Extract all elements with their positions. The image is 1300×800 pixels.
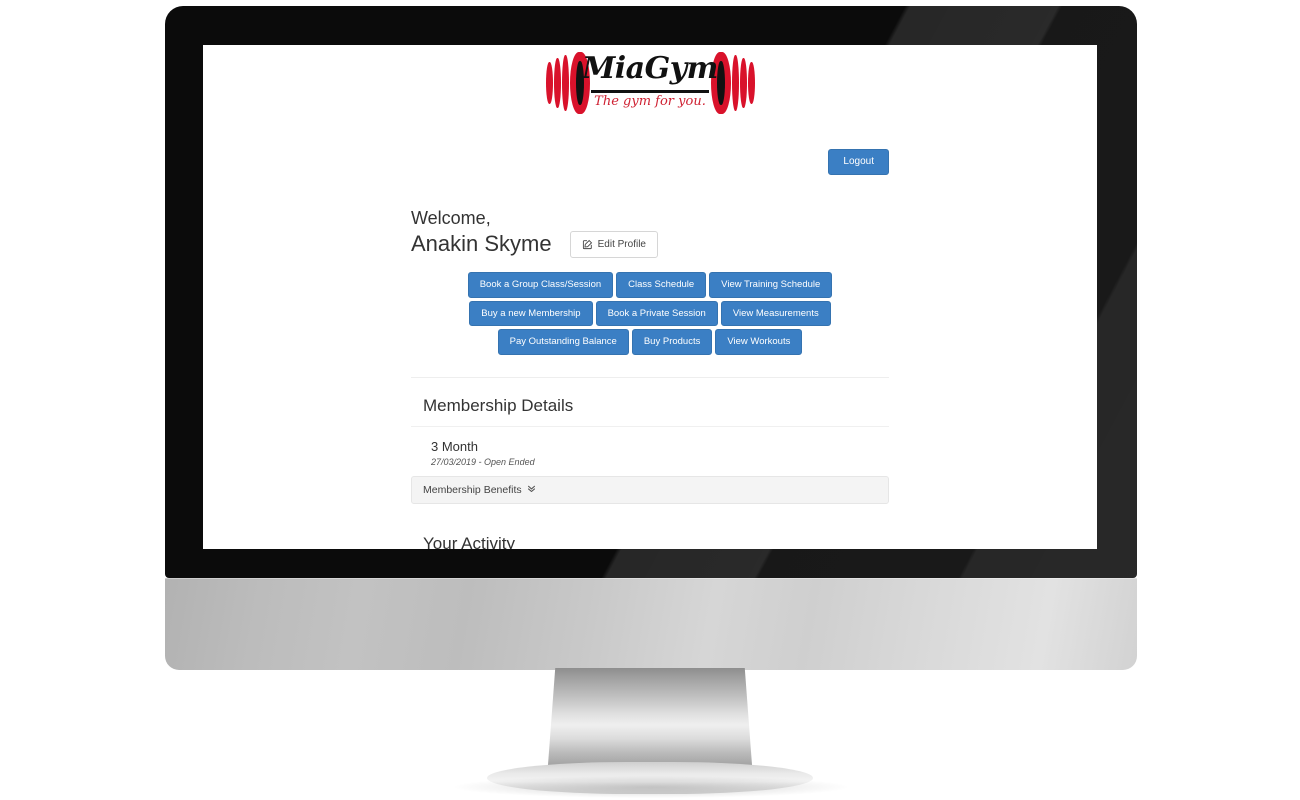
site-logo: MiaGym The gym for you. bbox=[545, 45, 755, 141]
action-row-3: Pay Outstanding Balance Buy Products Vie… bbox=[411, 329, 889, 355]
chevron-double-down-icon bbox=[527, 484, 536, 496]
logo-wordmark: MiaGym bbox=[582, 51, 718, 86]
action-row-1: Book a Group Class/Session Class Schedul… bbox=[411, 272, 889, 298]
view-measurements-button[interactable]: View Measurements bbox=[720, 300, 831, 327]
barbell-bar-icon bbox=[591, 90, 709, 93]
user-name-row: Anakin Skyme Edit Profile bbox=[411, 231, 889, 259]
edit-pencil-square-icon bbox=[582, 239, 593, 250]
membership-details-heading: Membership Details bbox=[423, 395, 574, 415]
membership-plan-dates: 27/03/2019 - Open Ended bbox=[431, 456, 535, 467]
screenshot-stage: MiaGym The gym for you. Logout Welcome, … bbox=[0, 0, 1300, 800]
logout-row: Logout bbox=[411, 149, 889, 175]
membership-item: 3 Month 27/03/2019 - Open Ended bbox=[431, 439, 889, 467]
membership-benefits-toggle[interactable]: Membership Benefits bbox=[411, 475, 889, 504]
book-group-class-button[interactable]: Book a Group Class/Session bbox=[467, 272, 614, 298]
your-activity-heading: Your Activity bbox=[423, 533, 515, 549]
buy-products-button[interactable]: Buy Products bbox=[631, 329, 713, 355]
action-row-2: Buy a new Membership Book a Private Sess… bbox=[411, 300, 889, 327]
welcome-block: Welcome, Anakin Skyme Edit Profile bbox=[411, 205, 889, 259]
monitor-chin bbox=[165, 578, 1137, 670]
user-name: Anakin Skyme bbox=[411, 231, 552, 257]
membership-plan-name: 3 Month bbox=[431, 438, 478, 454]
monitor-screen: MiaGym The gym for you. Logout Welcome, … bbox=[203, 45, 1097, 549]
pay-outstanding-balance-button[interactable]: Pay Outstanding Balance bbox=[497, 329, 629, 355]
quick-action-buttons: Book a Group Class/Session Class Schedul… bbox=[411, 272, 889, 355]
membership-heading-rule bbox=[411, 425, 889, 427]
edit-profile-button[interactable]: Edit Profile bbox=[569, 231, 658, 259]
section-divider bbox=[411, 376, 889, 378]
class-schedule-button[interactable]: Class Schedule bbox=[616, 272, 707, 298]
monitor-bezel: MiaGym The gym for you. Logout Welcome, … bbox=[165, 6, 1137, 578]
logo-tagline: The gym for you. bbox=[594, 94, 706, 109]
view-workouts-button[interactable]: View Workouts bbox=[715, 329, 803, 355]
monitor-stand-shadow bbox=[455, 776, 847, 798]
web-page: MiaGym The gym for you. Logout Welcome, … bbox=[203, 45, 1097, 549]
welcome-greeting: Welcome, bbox=[411, 208, 491, 228]
book-private-session-button[interactable]: Book a Private Session bbox=[595, 300, 718, 327]
view-training-schedule-button[interactable]: View Training Schedule bbox=[709, 272, 833, 298]
membership-benefits-label: Membership Benefits bbox=[423, 483, 522, 496]
buy-new-membership-button[interactable]: Buy a new Membership bbox=[469, 300, 593, 327]
edit-profile-label: Edit Profile bbox=[597, 239, 646, 251]
logout-button[interactable]: Logout bbox=[828, 149, 889, 175]
page-container: Logout Welcome, Anakin Skyme Edit Profil… bbox=[411, 141, 889, 549]
